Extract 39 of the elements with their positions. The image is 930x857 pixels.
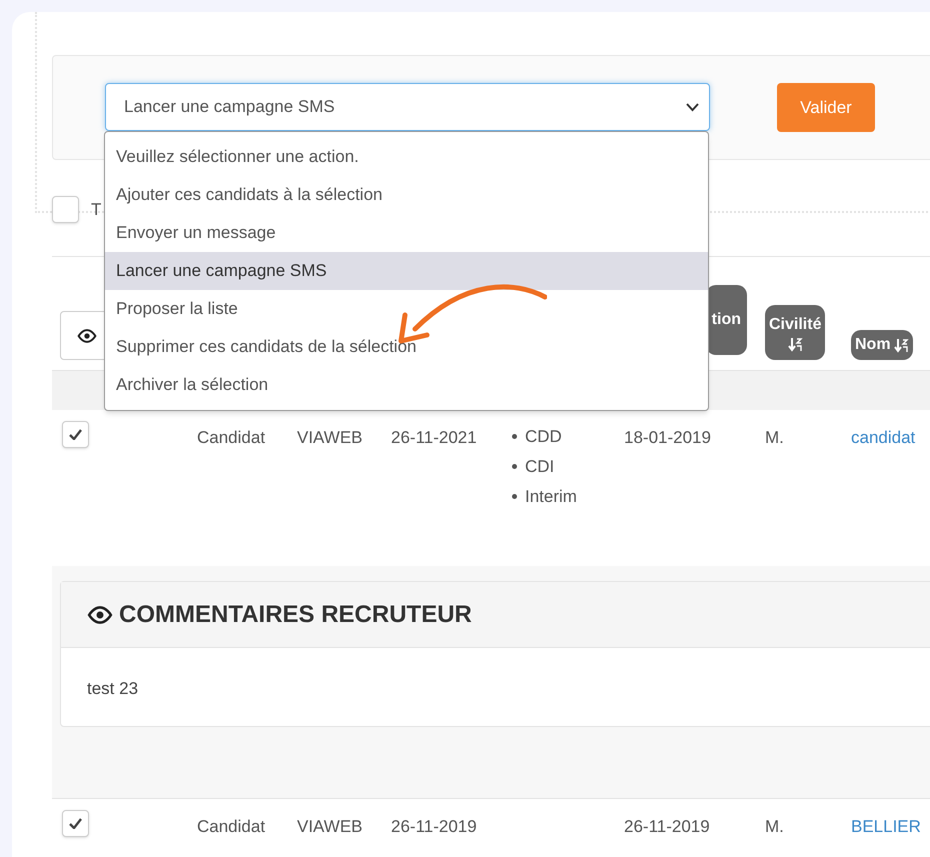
dropdown-option[interactable]: Ajouter ces candidats à la sélection [105, 176, 708, 214]
checkmark-icon [69, 818, 82, 829]
dropdown-option[interactable]: Lancer une campagne SMS [105, 252, 708, 290]
dropdown-option[interactable]: Archiver la sélection [105, 366, 708, 404]
table-cell-text: VIAWEB [297, 427, 364, 449]
checkbox[interactable] [62, 810, 89, 837]
table-cell-text: 26-11-2021 [391, 427, 478, 449]
eye-icon [87, 606, 113, 624]
dropdown-option[interactable]: Supprimer ces candidats de la sélection [105, 328, 708, 366]
table-cell-text: Candidat [197, 816, 266, 838]
dropdown-option[interactable]: Proposer la liste [105, 290, 708, 328]
dropdown-option[interactable]: Envoyer un message [105, 214, 708, 252]
contract-type: CDI [525, 457, 554, 476]
select-all-label: T [91, 198, 102, 221]
table-cell-text: 26-11-2019 [624, 816, 711, 838]
bullet-icon [512, 434, 517, 439]
eye-icon [77, 328, 97, 342]
table-cell-text: 18-01-2019 [624, 427, 712, 449]
table-cell-text: VIAWEB [297, 816, 364, 838]
chevron-down-icon [686, 102, 699, 112]
checkbox[interactable] [52, 196, 79, 223]
table-cell-text: M. [765, 427, 785, 449]
table-cell-text: 26-11-2019 [391, 816, 478, 838]
table-cell-text: M. [765, 816, 785, 838]
bullet-icon [512, 464, 517, 469]
checkmark-icon [69, 429, 82, 440]
contract-type: CDD [525, 427, 562, 446]
table-cell-text: Candidat [197, 427, 266, 449]
column-header[interactable]: Nom [851, 330, 913, 360]
comment-text: test 23 [87, 679, 138, 698]
panel-title: COMMENTAIRES RECRUTEUR [119, 600, 472, 630]
action-select[interactable]: Lancer une campagne SMS [105, 83, 710, 131]
contract-type: Interim [525, 487, 577, 506]
dropdown-option[interactable]: Veuillez sélectionner une action. [105, 138, 708, 176]
bullet-icon [512, 494, 517, 499]
candidate-link[interactable]: candidat [851, 421, 930, 450]
checkbox[interactable] [62, 421, 89, 448]
column-header[interactable]: Civilité [765, 305, 826, 360]
candidate-link[interactable]: BELLIER [851, 810, 930, 840]
